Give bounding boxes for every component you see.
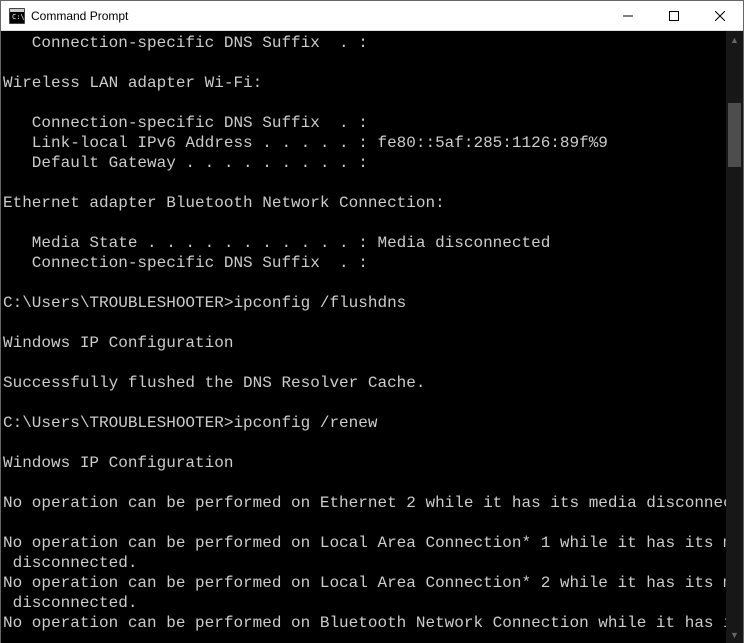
window-titlebar[interactable]: C:\ Command Prompt xyxy=(1,1,743,31)
terminal-container: Connection-specific DNS Suffix . : Wirel… xyxy=(1,31,743,643)
cmd-icon: C:\ xyxy=(9,8,25,24)
svg-text:C:\: C:\ xyxy=(12,13,25,21)
maximize-button[interactable] xyxy=(651,1,697,30)
minimize-button[interactable] xyxy=(605,1,651,30)
window-title: Command Prompt xyxy=(31,9,605,23)
scrollbar-thumb[interactable] xyxy=(728,103,741,167)
scroll-up-icon[interactable]: ▲ xyxy=(726,31,743,48)
scrollbar[interactable]: ▲ ▼ xyxy=(726,31,743,643)
window-controls xyxy=(605,1,743,30)
close-button[interactable] xyxy=(697,1,743,30)
scroll-down-icon[interactable]: ▼ xyxy=(726,626,743,643)
terminal-output[interactable]: Connection-specific DNS Suffix . : Wirel… xyxy=(1,31,726,643)
